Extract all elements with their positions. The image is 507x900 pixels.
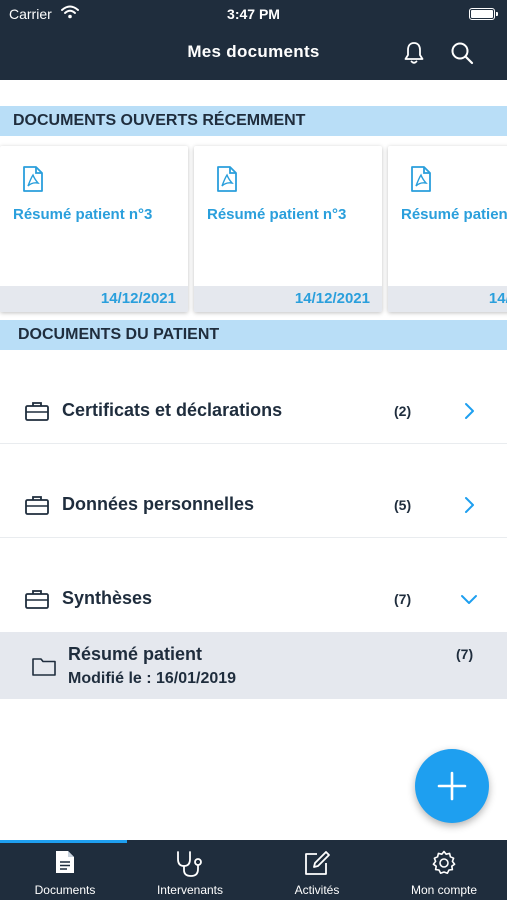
- tab-label: Mon compte: [410, 883, 478, 897]
- tab-documents[interactable]: Documents: [2, 840, 128, 900]
- folder-count: (7): [394, 591, 412, 607]
- recent-document-card[interactable]: Résumé patient n°3 14/12/2021: [194, 146, 382, 312]
- tab-intervenants[interactable]: Intervenants: [127, 840, 253, 900]
- status-bar: Carrier 3:47 PM: [0, 0, 507, 28]
- edit-icon: [305, 851, 330, 875]
- card-date: 14/12/2021: [294, 290, 370, 307]
- pdf-icon: [217, 166, 237, 192]
- plus-icon: [437, 771, 467, 801]
- folder-label: Synthèses: [62, 588, 153, 608]
- bottom-tab-bar: Documents Intervenants Activités Mon com…: [0, 840, 507, 900]
- subfolder-name: Résumé patient: [68, 644, 203, 664]
- top-header: Carrier 3:47 PM Mes documents: [0, 0, 507, 80]
- tab-mon-compte[interactable]: Mon compte: [381, 840, 507, 900]
- folder-count: (2): [394, 403, 412, 419]
- recent-document-card[interactable]: Résumé patient n°3 14/12/2021: [388, 146, 507, 312]
- status-time: 3:47 PM: [227, 6, 280, 22]
- bell-icon[interactable]: [401, 40, 427, 66]
- stethoscope-icon: [177, 851, 202, 877]
- tab-label: Activités: [294, 883, 340, 897]
- folder-row-syntheses[interactable]: Synthèses (7): [0, 538, 507, 632]
- tab-label: Intervenants: [156, 883, 224, 897]
- card-footer: 14/12/2021: [194, 286, 382, 312]
- folder-label: Données personnelles: [62, 494, 255, 514]
- briefcase-icon: [25, 496, 49, 515]
- subfolder-count: (7): [456, 646, 474, 662]
- subfolder-modified: Modifié le : 16/01/2019: [68, 670, 237, 687]
- tab-activites[interactable]: Activités: [254, 840, 380, 900]
- screen: Carrier 3:47 PM Mes documents DOCUMENTS …: [0, 0, 507, 900]
- pdf-icon: [23, 166, 43, 192]
- chevron-down-icon[interactable]: [460, 590, 478, 608]
- card-footer: 14/12/2021: [0, 286, 188, 312]
- folder-row-donnees[interactable]: Données personnelles (5): [0, 444, 507, 538]
- document-icon: [56, 851, 74, 873]
- card-title: Résumé patient n°3: [207, 206, 347, 223]
- folder-icon: [32, 658, 56, 676]
- gear-icon: [432, 850, 456, 874]
- pdf-icon: [411, 166, 431, 192]
- recent-documents-header: DOCUMENTS OUVERTS RÉCEMMENT: [0, 106, 507, 136]
- briefcase-icon: [25, 402, 49, 421]
- add-document-button[interactable]: [415, 749, 489, 823]
- card-date: 14/12/2021: [488, 290, 507, 307]
- chevron-right-icon[interactable]: [460, 402, 478, 420]
- tab-label: Documents: [34, 883, 96, 897]
- battery-icon: [469, 8, 498, 20]
- chevron-right-icon[interactable]: [460, 496, 478, 514]
- patient-documents-header: DOCUMENTS DU PATIENT: [0, 320, 507, 350]
- card-footer: 14/12/2021: [388, 286, 507, 312]
- subfolder-row-resume-patient[interactable]: Résumé patient Modifié le : 16/01/2019 (…: [0, 632, 507, 699]
- briefcase-icon: [25, 590, 49, 609]
- folder-count: (5): [394, 497, 412, 513]
- card-title: Résumé patient n°3: [13, 206, 153, 223]
- folder-row-certificats[interactable]: Certificats et déclarations (2): [0, 350, 507, 444]
- page-title: Mes documents: [187, 42, 320, 61]
- recent-document-card[interactable]: Résumé patient n°3 14/12/2021: [0, 146, 188, 312]
- recent-documents-carousel[interactable]: Résumé patient n°3 14/12/2021 Résumé pat…: [0, 146, 507, 312]
- card-title: Résumé patient n°3: [401, 206, 507, 223]
- folder-label: Certificats et déclarations: [62, 400, 283, 420]
- card-date: 14/12/2021: [100, 290, 176, 307]
- search-icon[interactable]: [449, 40, 475, 66]
